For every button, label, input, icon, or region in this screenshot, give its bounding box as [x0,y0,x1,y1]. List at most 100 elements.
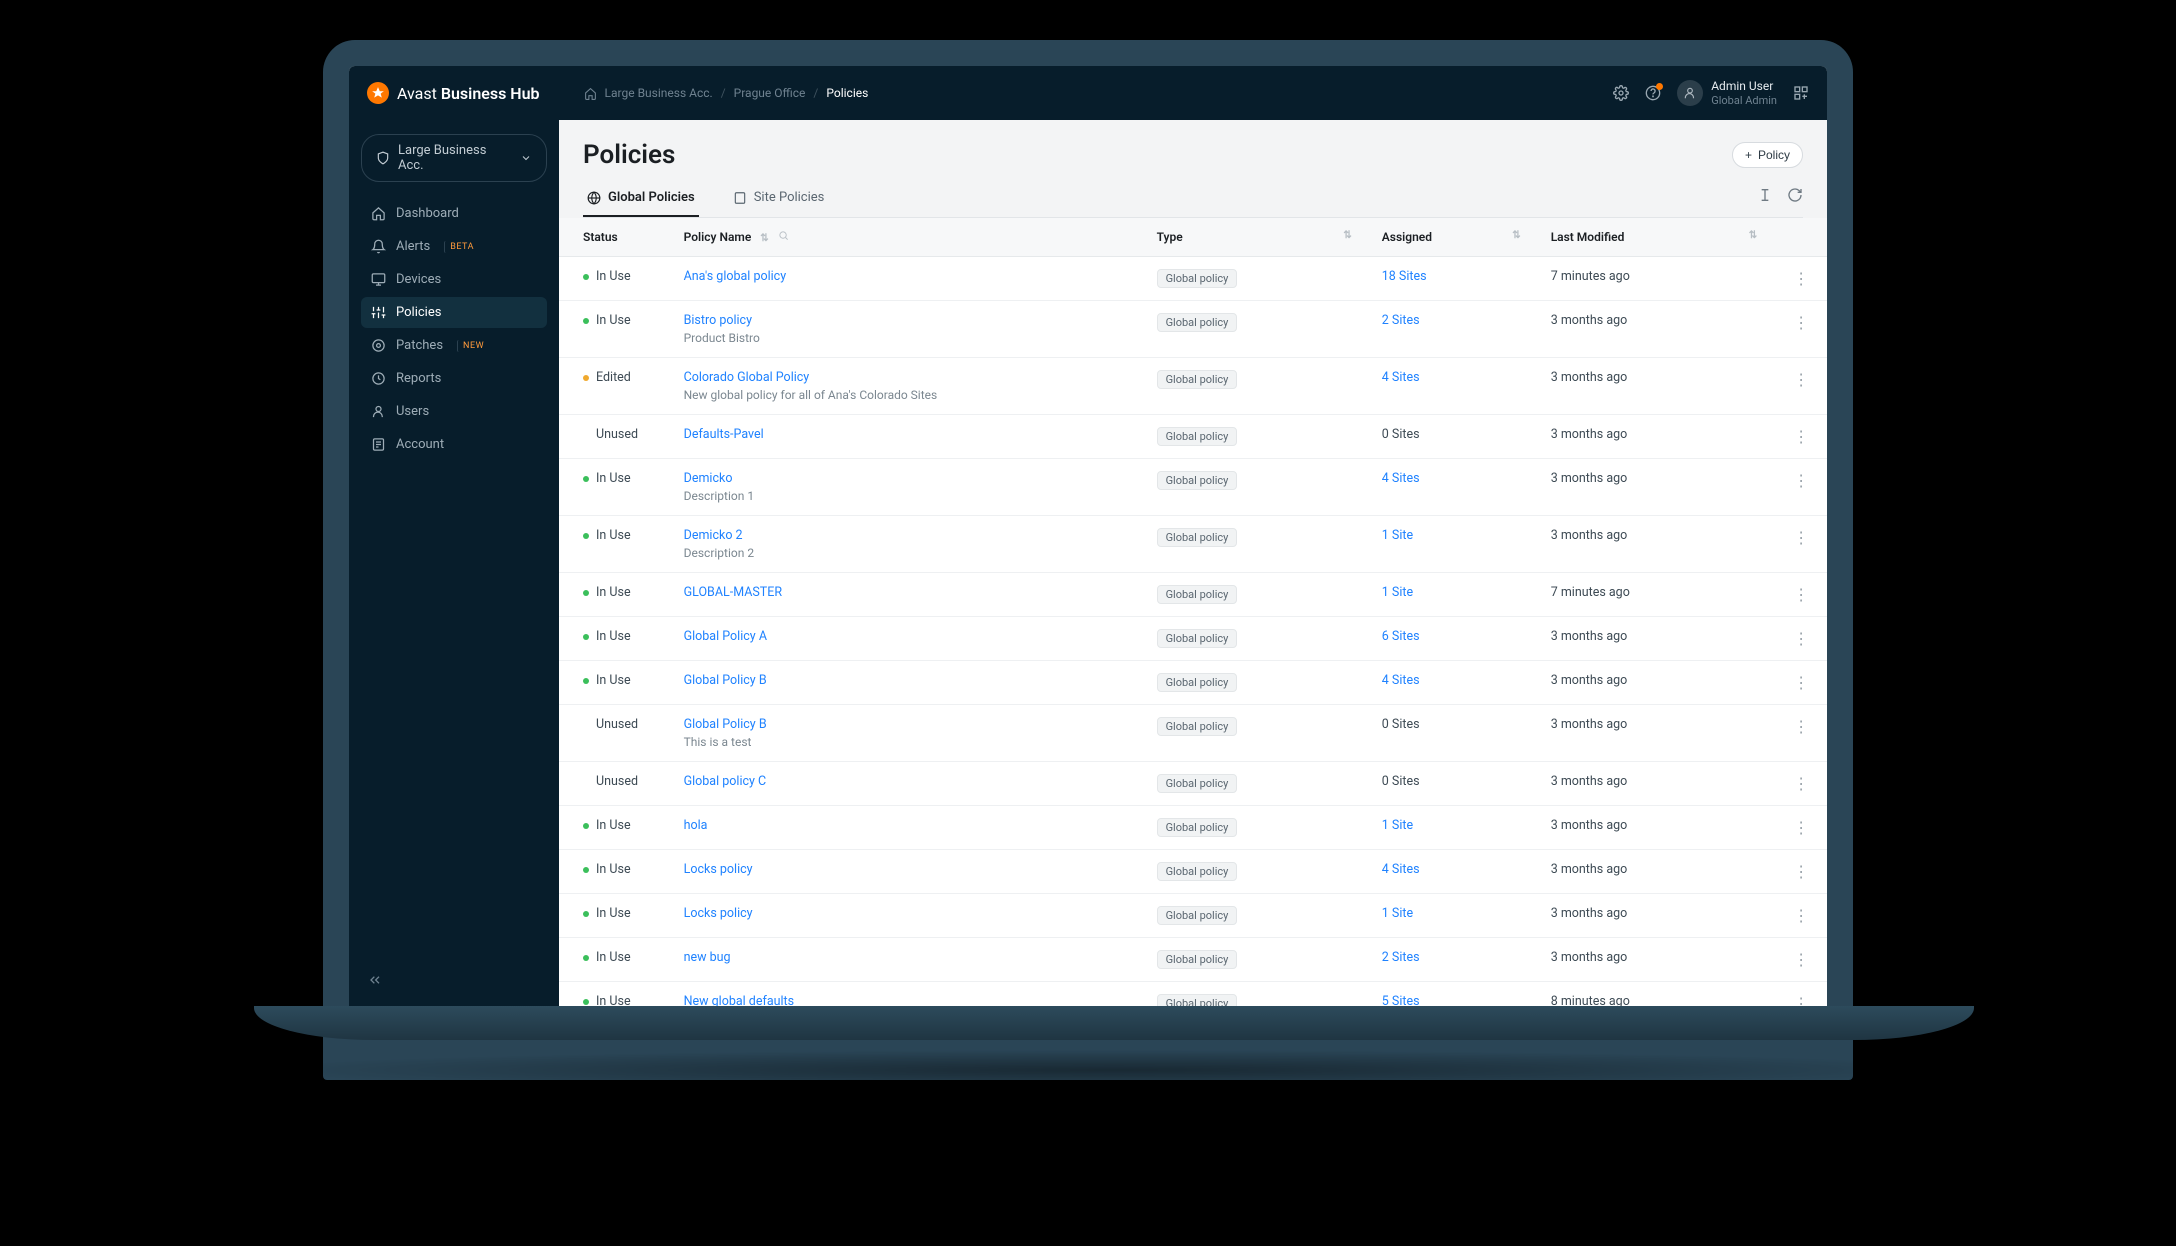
policy-link[interactable]: new bug [684,950,731,965]
sidebar-item-patches[interactable]: PatchesNEW [361,330,547,361]
row-menu-icon[interactable]: ⋮ [1793,585,1809,604]
sort-icon[interactable]: ⇅ [760,233,768,244]
search-icon[interactable] [778,233,789,244]
assigned-link[interactable]: 1 Site [1382,585,1413,600]
assigned-link[interactable]: 1 Site [1382,818,1413,833]
modified-cell: 3 months ago [1539,516,1775,573]
sidebar-item-devices[interactable]: Devices [361,264,547,295]
status-label: In Use [596,585,631,600]
policy-description: This is a test [684,735,1133,749]
sidebar-item-users[interactable]: Users [361,396,547,427]
sidebar-item-reports[interactable]: Reports [361,363,547,394]
assigned-link[interactable]: 2 Sites [1382,950,1420,965]
policy-link[interactable]: Ana's global policy [684,269,787,284]
table-row: In UseLocks policyGlobal policy4 Sites3 … [559,850,1827,894]
sort-icon[interactable]: ⇅ [1343,230,1351,241]
type-chip: Global policy [1157,370,1238,389]
assigned-link[interactable]: 1 Site [1382,528,1413,543]
globe-icon [587,191,601,205]
status-label: In Use [596,313,631,328]
assigned-link[interactable]: 1 Site [1382,906,1413,921]
help-icon[interactable] [1645,85,1661,101]
policy-link[interactable]: Global Policy A [684,629,767,644]
type-chip: Global policy [1157,950,1238,969]
row-menu-icon[interactable]: ⋮ [1793,370,1809,389]
policy-link[interactable]: GLOBAL-MASTER [684,585,782,600]
row-menu-icon[interactable]: ⋮ [1793,818,1809,837]
row-menu-icon[interactable]: ⋮ [1793,906,1809,925]
col-type[interactable]: Type ⇅ [1145,218,1370,257]
sidebar-badge: BETA [444,241,479,253]
apps-icon[interactable] [1793,85,1809,101]
policy-link[interactable]: Locks policy [684,862,753,877]
status-label: Unused [596,717,638,732]
refresh-icon[interactable] [1787,187,1803,203]
settings-icon[interactable] [1613,85,1629,101]
policies-table: Status Policy Name ⇅ [559,218,1827,1008]
assigned-link[interactable]: 2 Sites [1382,313,1420,328]
col-assigned[interactable]: Assigned ⇅ [1370,218,1539,257]
row-menu-icon[interactable]: ⋮ [1793,774,1809,793]
assigned-link[interactable]: 18 Sites [1382,269,1427,284]
table-row: In UseGlobal Policy AGlobal policy6 Site… [559,617,1827,661]
site-icon [733,191,747,205]
sidebar-item-policies[interactable]: Policies [361,297,547,328]
type-chip: Global policy [1157,862,1238,881]
breadcrumb-account[interactable]: Large Business Acc. [605,86,713,100]
sidebar-item-dashboard[interactable]: Dashboard [361,198,547,229]
row-menu-icon[interactable]: ⋮ [1793,862,1809,881]
rename-icon[interactable] [1757,187,1773,203]
sort-icon[interactable]: ⇅ [1512,230,1520,241]
status-label: In Use [596,629,631,644]
row-menu-icon[interactable]: ⋮ [1793,629,1809,648]
assigned-link[interactable]: 4 Sites [1382,471,1420,486]
policy-link[interactable]: Global policy C [684,774,767,789]
status-dot-icon [583,678,589,684]
home-icon[interactable] [584,87,597,100]
assigned-link[interactable]: 4 Sites [1382,673,1420,688]
tab-site-policies[interactable]: Site Policies [729,180,829,217]
policy-link[interactable]: Global Policy B [684,717,767,732]
account-selector[interactable]: Large Business Acc. [361,134,547,182]
sort-icon[interactable]: ⇅ [1749,230,1757,241]
collapse-sidebar-icon[interactable] [361,966,547,994]
sliders-icon [371,305,386,320]
table-row: In UseAna's global policyGlobal policy18… [559,257,1827,301]
assigned-text: 0 Sites [1382,717,1420,732]
assigned-link[interactable]: 4 Sites [1382,862,1420,877]
policy-link[interactable]: Locks policy [684,906,753,921]
tabs: Global Policies Site Policies [583,180,1803,218]
breadcrumb-site[interactable]: Prague Office [734,86,806,100]
col-status[interactable]: Status [559,218,672,257]
tab-global-policies[interactable]: Global Policies [583,180,699,217]
row-menu-icon[interactable]: ⋮ [1793,950,1809,969]
user-menu[interactable]: Admin User Global Admin [1677,79,1777,107]
policy-link[interactable]: Defaults-Pavel [684,427,764,442]
policy-description: Description 1 [684,489,1133,503]
policy-link[interactable]: hola [684,818,708,833]
row-menu-icon[interactable]: ⋮ [1793,717,1809,736]
modified-cell: 3 months ago [1539,301,1775,358]
row-menu-icon[interactable]: ⋮ [1793,427,1809,446]
type-chip: Global policy [1157,717,1238,736]
status-cell: In Use [583,471,660,486]
status-cell: Edited [583,370,660,385]
table-row: In UseDemickoDescription 1Global policy4… [559,459,1827,516]
sidebar-item-account[interactable]: Account [361,429,547,460]
row-menu-icon[interactable]: ⋮ [1793,269,1809,288]
policy-link[interactable]: Global Policy B [684,673,767,688]
add-policy-button[interactable]: + Policy [1732,142,1803,168]
row-menu-icon[interactable]: ⋮ [1793,528,1809,547]
col-policy-name[interactable]: Policy Name ⇅ [672,218,1145,257]
sidebar-item-alerts[interactable]: AlertsBETA [361,231,547,262]
assigned-link[interactable]: 4 Sites [1382,370,1420,385]
assigned-link[interactable]: 6 Sites [1382,629,1420,644]
policy-link[interactable]: Demicko [684,471,733,486]
policy-link[interactable]: Demicko 2 [684,528,743,543]
policy-link[interactable]: Colorado Global Policy [684,370,810,385]
row-menu-icon[interactable]: ⋮ [1793,673,1809,692]
policy-link[interactable]: Bistro policy [684,313,752,328]
row-menu-icon[interactable]: ⋮ [1793,471,1809,490]
row-menu-icon[interactable]: ⋮ [1793,313,1809,332]
col-last-modified[interactable]: Last Modified ⇅ [1539,218,1775,257]
